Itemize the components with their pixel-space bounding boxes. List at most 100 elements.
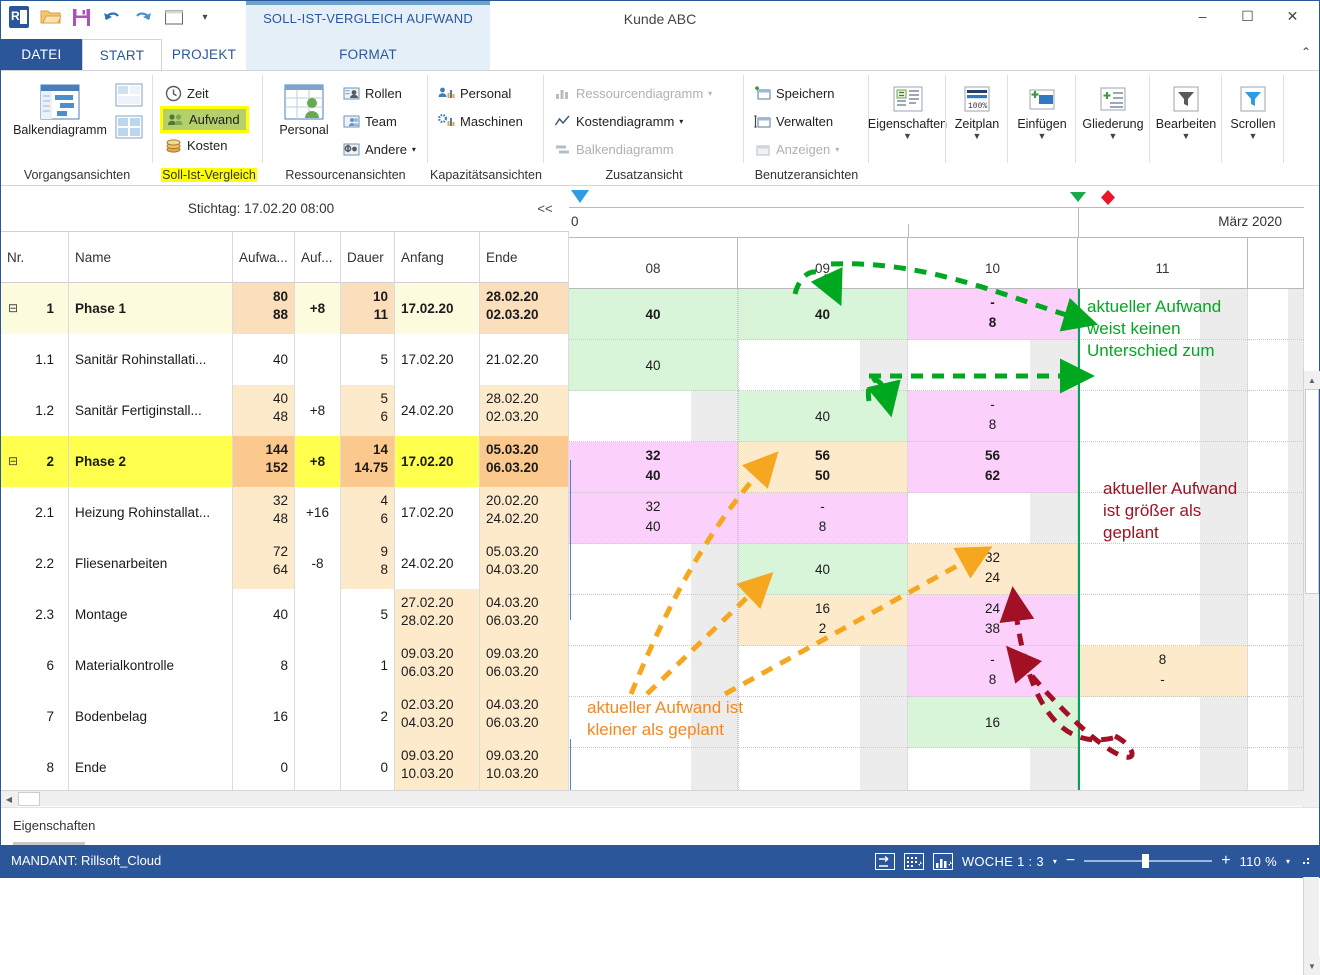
vertical-scroll-thumb[interactable]: [1305, 389, 1319, 594]
table-cell-aufwand-diff[interactable]: +8: [295, 385, 341, 436]
table-row[interactable]: 1.2 Sanitär Fertiginstall... 40 48 +8 5 6 24.02…: [1, 385, 569, 436]
table-cell-ende[interactable]: 09.03.20 06.03.20: [480, 640, 569, 691]
horizontal-scroll-thumb[interactable]: [18, 792, 40, 806]
save-icon[interactable]: [69, 5, 93, 29]
table-cell-name[interactable]: Bodenbelag: [69, 691, 233, 742]
zeit-button[interactable]: Zeit: [165, 85, 209, 102]
rollen-button[interactable]: Rollen: [343, 85, 402, 102]
table-cell-anfang[interactable]: 02.03.20 04.03.20: [395, 691, 480, 742]
table-cell-aufwand-diff[interactable]: [295, 742, 341, 793]
table-cell-anfang[interactable]: 17.02.20: [395, 283, 480, 334]
table-cell-aufwand[interactable]: 72 64: [233, 538, 295, 589]
chevron-down-icon[interactable]: ▼: [1109, 132, 1118, 141]
horizontal-scrollbar[interactable]: ◀: [1, 790, 1304, 807]
close-button[interactable]: ✕: [1270, 1, 1315, 31]
table-cell-dauer[interactable]: 1: [341, 640, 395, 691]
table-cell-ende[interactable]: 21.02.20: [480, 334, 569, 385]
balkendiagramm-button[interactable]: Balkendiagramm: [11, 83, 109, 137]
gantt-grid-icon[interactable]: [115, 83, 143, 110]
timescale-label[interactable]: WOCHE 1 : 3: [962, 854, 1044, 869]
column-header-aufwand-diff[interactable]: Auf...: [295, 232, 341, 283]
anzeigen-button[interactable]: Anzeigen ▾: [754, 141, 839, 158]
table-cell-dauer[interactable]: 46: [341, 487, 395, 538]
scroll-down-button[interactable]: ▼: [1304, 957, 1320, 975]
speichern-view-button[interactable]: Speichern: [754, 85, 835, 102]
bearbeiten-button[interactable]: Bearbeiten ▼: [1150, 85, 1222, 141]
table-cell-dauer[interactable]: 0: [341, 742, 395, 793]
table-cell-ende[interactable]: 04.03.20 06.03.20: [480, 691, 569, 742]
zeitplan-button[interactable]: 100% Zeitplan ▼: [946, 85, 1008, 141]
table-cell-aufwand[interactable]: 40: [233, 334, 295, 385]
personal-view-button[interactable]: Personal: [269, 83, 339, 137]
table-cell-dauer[interactable]: 10 11: [341, 283, 395, 334]
table-row[interactable]: 2.2 Fliesenarbeiten 72 64 -8 9 8 24.02.20 05.03.…: [1, 538, 569, 589]
table-cell-dauer[interactable]: 5: [341, 334, 395, 385]
table-cell-aufwand-diff[interactable]: [295, 589, 341, 640]
chart-cell-value[interactable]: -8: [908, 646, 1078, 697]
gantt-board-icon[interactable]: [115, 115, 143, 142]
table-cell-name[interactable]: Sanitär Fertiginstall...: [69, 385, 233, 436]
table-cell-aufwand-diff[interactable]: [295, 640, 341, 691]
table-cell-aufwand[interactable]: 0: [233, 742, 295, 793]
table-view-icon[interactable]: [903, 852, 924, 870]
column-header-anfang[interactable]: Anfang: [395, 232, 480, 283]
table-cell-dauer[interactable]: 5: [341, 589, 395, 640]
table-cell-ende[interactable]: 28.02.20 02.03.20: [480, 283, 569, 334]
aufwand-button[interactable]: Aufwand: [160, 106, 249, 133]
personal-capacity-button[interactable]: Personal: [438, 85, 511, 102]
table-row[interactable]: 7 Bodenbelag 16 2 02.03.20 04.03.20 04.03.20 06…: [1, 691, 569, 742]
ressourcendiagramm-button[interactable]: Ressourcendiagramm ▾: [554, 85, 712, 102]
einfuegen-button[interactable]: Einfügen ▼: [1008, 85, 1076, 141]
table-cell-nr[interactable]: 2.2: [1, 538, 69, 589]
week-header-12[interactable]: [1248, 238, 1304, 289]
zoom-level-label[interactable]: 110 %: [1240, 854, 1277, 869]
table-cell-ende[interactable]: 04.03.20 06.03.20: [480, 589, 569, 640]
week-header-10[interactable]: 10: [908, 238, 1078, 289]
column-header-aufwand[interactable]: Aufwa...: [233, 232, 295, 283]
table-row[interactable]: 6 Materialkontrolle 8 1 09.03.20 06.03.20 09.0…: [1, 640, 569, 691]
table-cell-ende[interactable]: 28.02.20 02.03.20: [480, 385, 569, 436]
chart-cell-value[interactable]: 56 50: [738, 442, 908, 493]
chart-view-icon[interactable]: [932, 852, 953, 870]
app-logo-icon[interactable]: [7, 5, 31, 29]
table-cell-dauer[interactable]: 2: [341, 691, 395, 742]
table-cell-nr[interactable]: 2.1: [1, 487, 69, 538]
table-cell-aufwand[interactable]: 40: [233, 589, 295, 640]
chart-cell-value[interactable]: 32 40: [569, 442, 738, 493]
andere-button[interactable]: Andere ▾: [343, 141, 416, 158]
chart-cell-value[interactable]: 40: [738, 544, 908, 595]
table-cell-nr[interactable]: 8: [1, 742, 69, 793]
chevron-down-icon[interactable]: ▾: [1286, 857, 1290, 866]
table-row[interactable]: 1.1 Sanitär Rohinstallati... 40 5 17.02.20 21…: [1, 334, 569, 385]
zoom-out-button[interactable]: −: [1066, 852, 1075, 870]
table-cell-anfang[interactable]: 17.02.20: [395, 436, 480, 487]
pane-toggle-icon[interactable]: [874, 852, 895, 870]
tab-format[interactable]: FORMAT: [246, 39, 490, 71]
table-row[interactable]: 8 Ende 0 0 09.03.20 10.03.20 09.03.20 10.03.20: [1, 742, 569, 793]
gliederung-button[interactable]: Gliederung ▼: [1076, 85, 1150, 141]
table-cell-ende[interactable]: 09.03.20 10.03.20: [480, 742, 569, 793]
table-cell-dauer[interactable]: 14 14.75: [341, 436, 395, 487]
table-cell-aufwand[interactable]: 8: [233, 640, 295, 691]
balkendiagramm-extra-button[interactable]: Balkendiagramm: [554, 141, 674, 158]
table-cell-aufwand-diff[interactable]: [295, 334, 341, 385]
column-header-ende[interactable]: Ende: [480, 232, 569, 283]
minimize-button[interactable]: –: [1180, 1, 1225, 31]
table-cell-name[interactable]: Fliesenarbeiten: [69, 538, 233, 589]
table-cell-nr[interactable]: 1.1: [1, 334, 69, 385]
chevron-down-icon[interactable]: ▼: [1182, 132, 1191, 141]
scrollen-button[interactable]: Scrollen ▼: [1222, 85, 1284, 141]
chevron-down-icon[interactable]: ▾: [1053, 857, 1057, 866]
week-header-11[interactable]: 11: [1078, 238, 1248, 289]
table-cell-nr[interactable]: 6: [1, 640, 69, 691]
table-cell-name[interactable]: Heizung Rohinstallat...: [69, 487, 233, 538]
properties-tab[interactable]: Eigenschaften: [13, 818, 95, 833]
week-header-08[interactable]: 08: [569, 238, 738, 289]
table-cell-ende[interactable]: 05.03.20 06.03.20: [480, 436, 569, 487]
chart-cell-value[interactable]: 16 2: [738, 595, 908, 646]
table-cell-aufwand-diff[interactable]: +16: [295, 487, 341, 538]
scroll-up-button[interactable]: ▲: [1304, 371, 1320, 389]
scroll-left-button[interactable]: ◀: [1, 791, 17, 807]
column-header-nr[interactable]: Nr.: [1, 232, 69, 283]
table-cell-aufwand[interactable]: 80 88: [233, 283, 295, 334]
